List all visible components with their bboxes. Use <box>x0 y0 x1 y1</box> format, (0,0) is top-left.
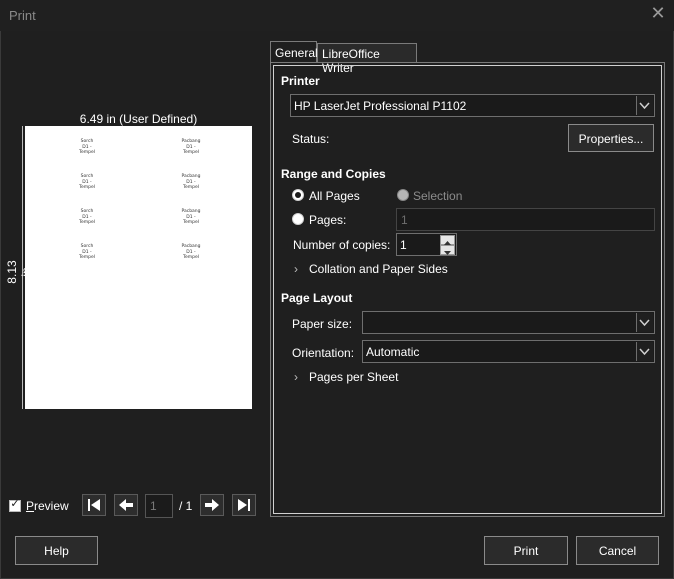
printer-section-title: Printer <box>281 74 320 88</box>
stepper-down-icon[interactable] <box>440 245 455 255</box>
preview-label: Preview <box>26 499 69 513</box>
preview-label-key: P <box>26 499 35 513</box>
label-cell: Pacbang D1 - Tempel <box>181 139 201 155</box>
chevron-down-icon <box>636 342 653 361</box>
tab-libreoffice-writer[interactable]: LibreOffice Writer <box>317 43 417 75</box>
selection-label: Selection <box>413 189 463 203</box>
pages-input[interactable]: 1 <box>396 208 655 231</box>
last-page-icon <box>238 499 250 511</box>
label-cell: Pacbang D1 - Tempel <box>181 209 201 225</box>
orientation-label: Orientation: <box>292 346 355 360</box>
paper-size-label: Paper size: <box>292 317 353 331</box>
page-total-label: / 1 <box>179 499 193 513</box>
chevron-down-icon <box>636 313 653 332</box>
copies-stepper[interactable]: 1 <box>396 233 457 256</box>
print-button[interactable]: Print <box>484 536 568 565</box>
page-number-input[interactable]: 1 <box>145 494 173 518</box>
copies-label: Number of copies: <box>293 238 391 252</box>
close-icon[interactable]: ✕ <box>650 4 666 22</box>
collation-expander[interactable]: Collation and Paper Sides <box>309 262 448 276</box>
previous-page-button[interactable] <box>114 494 138 516</box>
selection-radio[interactable] <box>397 189 409 201</box>
label-cell: Sorch D1 - Tempel <box>78 139 95 155</box>
orientation-value: Automatic <box>366 345 420 359</box>
window-title: Print <box>9 8 36 23</box>
printer-select[interactable]: HP LaserJet Professional P1102 <box>290 94 655 117</box>
pages-label: Pages: <box>309 213 347 227</box>
properties-button[interactable]: Properties... <box>568 124 654 152</box>
orientation-select[interactable]: Automatic <box>362 340 655 363</box>
range-section-title: Range and Copies <box>281 167 386 181</box>
first-page-button[interactable] <box>82 494 106 516</box>
page-width-label: 6.49 in (User Defined) <box>79 112 198 126</box>
label-cell: Pacbang D1 - Tempel <box>181 244 201 260</box>
layout-section-title: Page Layout <box>281 291 353 305</box>
preview-label-rest: review <box>34 499 69 513</box>
status-label: Status: <box>292 132 330 146</box>
paper-size-select[interactable] <box>362 311 655 334</box>
printer-select-value: HP LaserJet Professional P1102 <box>294 99 467 113</box>
tab-general[interactable]: General <box>270 41 318 63</box>
label-cell: Sorch D1 - Tempel <box>78 209 95 225</box>
chevron-right-icon[interactable]: › <box>294 262 298 276</box>
all-pages-radio[interactable] <box>292 189 304 201</box>
label-cell: Sorch D1 - Tempel <box>78 174 95 190</box>
label-cell: Pacbang D1 - Tempel <box>181 174 201 190</box>
pages-radio[interactable] <box>292 213 304 225</box>
arrow-right-icon <box>205 499 219 511</box>
checkmark-icon: ✓ <box>10 498 20 510</box>
copies-value: 1 <box>400 238 407 252</box>
arrow-left-icon <box>119 499 133 511</box>
first-page-icon <box>88 499 100 511</box>
last-page-button[interactable] <box>232 494 256 516</box>
pages-per-sheet-expander[interactable]: Pages per Sheet <box>309 370 398 384</box>
next-page-button[interactable] <box>200 494 224 516</box>
title-bar <box>0 0 674 31</box>
label-cell: Sorch D1 - Tempel <box>78 244 95 260</box>
page-preview: Sorch D1 - Tempel Pacbang D1 - Tempel Sorch D… <box>25 126 252 409</box>
stepper-up-icon[interactable] <box>440 235 455 245</box>
chevron-right-icon[interactable]: › <box>294 370 298 384</box>
all-pages-label: All Pages <box>309 189 360 203</box>
help-button[interactable]: Help <box>15 536 98 565</box>
cancel-button[interactable]: Cancel <box>576 536 659 565</box>
chevron-down-icon <box>636 96 653 115</box>
